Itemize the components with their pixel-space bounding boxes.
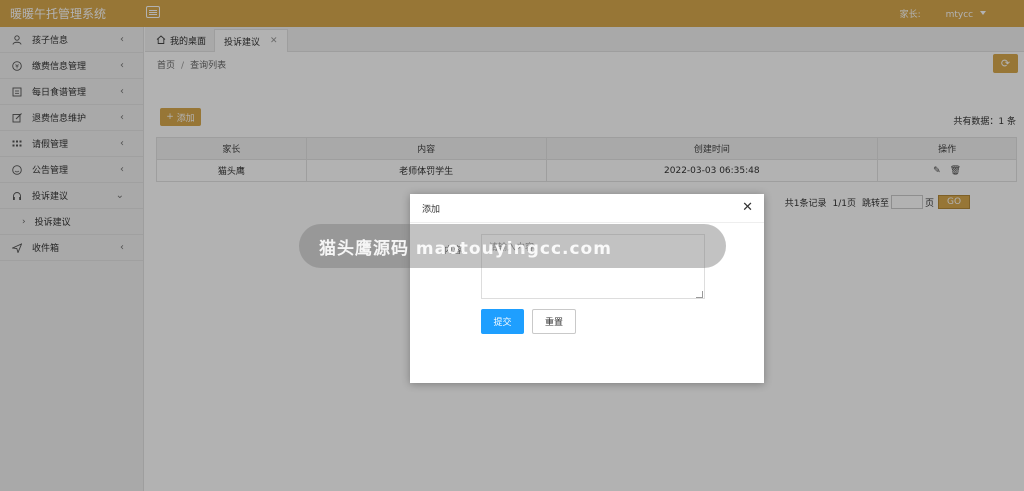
reset-button[interactable]: 重置 bbox=[532, 309, 576, 334]
resize-handle-icon[interactable] bbox=[696, 291, 703, 298]
dialog-header: 添加 ✕ bbox=[410, 194, 764, 223]
close-icon[interactable]: ✕ bbox=[742, 200, 753, 215]
add-dialog: 添加 ✕ 内容: 提交 重置 bbox=[410, 194, 764, 383]
submit-button[interactable]: 提交 bbox=[481, 309, 524, 334]
dialog-title: 添加 bbox=[422, 204, 441, 215]
watermark-banner: 猫头鹰源码 maotouyingcc.com bbox=[299, 224, 726, 268]
